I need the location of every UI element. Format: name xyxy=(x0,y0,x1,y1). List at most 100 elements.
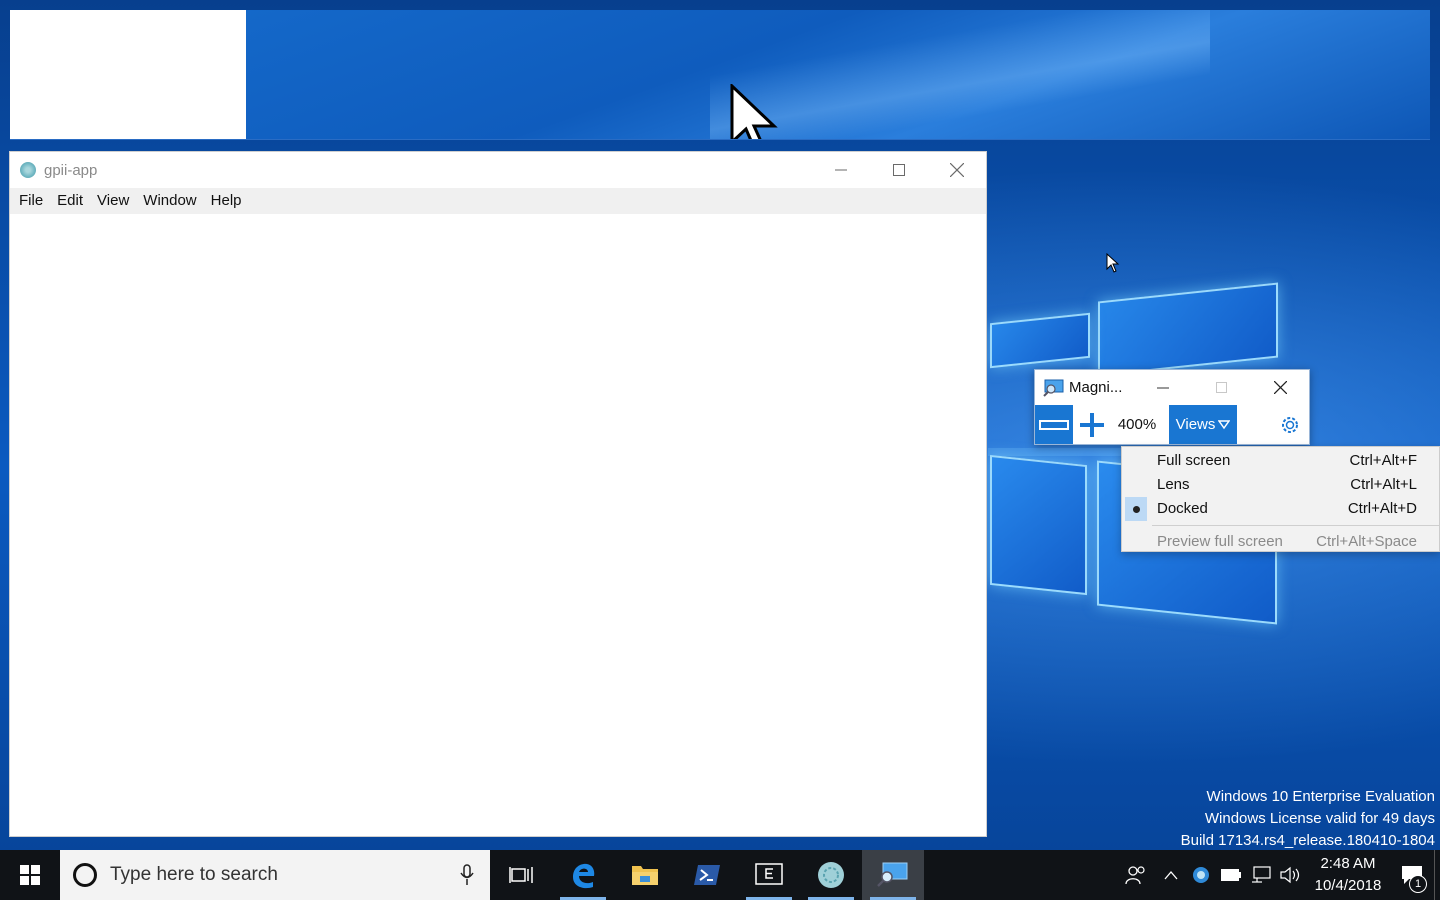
network-button[interactable] xyxy=(1246,850,1276,900)
windows-logo-pane-tl2 xyxy=(990,312,1090,369)
gpii-app-icon xyxy=(20,162,36,178)
chevron-up-icon xyxy=(1164,871,1178,880)
magnifier-app-icon xyxy=(1043,379,1064,397)
magnifier-toolbar: 400% Views xyxy=(1035,405,1309,444)
editor-icon xyxy=(755,863,783,885)
zoom-level: 400% xyxy=(1117,416,1157,433)
show-hidden-icons-button[interactable] xyxy=(1156,850,1186,900)
close-icon xyxy=(1273,381,1287,394)
maximize-icon xyxy=(893,164,905,176)
powershell-taskbar-button[interactable] xyxy=(676,850,738,900)
magnifier-maximize-button xyxy=(1201,370,1241,405)
menu-item-label: Lens xyxy=(1157,476,1190,493)
magnifier-taskbar-button[interactable] xyxy=(862,850,924,900)
task-view-icon xyxy=(509,867,533,883)
clock-time: 2:48 AM xyxy=(1320,855,1376,872)
views-dropdown-menu: Full screen Ctrl+Alt+F Lens Ctrl+Alt+L D… xyxy=(1121,446,1440,552)
powershell-icon xyxy=(694,865,720,885)
menu-item-full-screen[interactable]: Full screen Ctrl+Alt+F xyxy=(1122,449,1439,473)
minus-icon xyxy=(1039,419,1069,430)
windows-logo-pane-tl xyxy=(1098,282,1278,377)
menu-file[interactable]: File xyxy=(12,188,50,214)
volume-button[interactable] xyxy=(1276,850,1306,900)
magnifier-icon xyxy=(877,862,908,887)
gpii-tray-button[interactable] xyxy=(1186,850,1216,900)
menu-item-shortcut: Ctrl+Alt+L xyxy=(1350,476,1417,493)
battery-icon xyxy=(1221,869,1241,881)
zoom-in-button[interactable] xyxy=(1073,405,1111,444)
watermark-line-3: Build 17134.rs4_release.180410-1804 xyxy=(1180,832,1435,849)
window-title: gpii-app xyxy=(44,161,98,179)
start-button[interactable] xyxy=(0,850,60,900)
app-content-area xyxy=(10,214,986,836)
title-bar[interactable]: gpii-app xyxy=(10,152,986,188)
edge-icon xyxy=(573,863,595,889)
magnifier-title-bar[interactable]: Magni... xyxy=(1035,370,1309,405)
zoom-out-button[interactable] xyxy=(1035,405,1073,444)
maximize-button[interactable] xyxy=(870,152,928,188)
menu-item-lens[interactable]: Lens Ctrl+Alt+L xyxy=(1122,473,1439,497)
watermark-line-1: Windows 10 Enterprise Evaluation xyxy=(1206,788,1435,805)
menu-item-label: Full screen xyxy=(1157,452,1231,469)
menu-help[interactable]: Help xyxy=(204,188,249,214)
menu-view[interactable]: View xyxy=(90,188,136,214)
close-icon xyxy=(950,163,964,177)
system-tray: 2:48 AM 10/4/2018 1 xyxy=(1116,850,1440,900)
views-label: Views xyxy=(1175,416,1216,433)
search-box[interactable]: Type here to search xyxy=(60,850,490,900)
minimize-icon xyxy=(1157,387,1169,388)
show-desktop-button[interactable] xyxy=(1434,850,1440,900)
magnifier-minimize-button[interactable] xyxy=(1143,370,1183,405)
cortana-icon xyxy=(73,863,97,887)
magnifier-close-button[interactable] xyxy=(1260,370,1300,405)
mouse-cursor-icon xyxy=(1106,253,1120,273)
task-view-button[interactable] xyxy=(490,850,552,900)
search-placeholder: Type here to search xyxy=(110,864,278,885)
gpii-tray-icon xyxy=(1193,867,1209,883)
gpii-app-window: gpii-app File Edit View Window Help xyxy=(9,151,987,837)
maximize-icon xyxy=(1215,382,1227,393)
chevron-down-icon xyxy=(1218,419,1231,429)
menu-separator xyxy=(1152,525,1439,526)
settings-button[interactable] xyxy=(1275,405,1305,444)
taskbar: Type here to search 2:48 AM 10/4/2018 1 xyxy=(0,850,1440,900)
minimize-icon xyxy=(835,169,847,171)
action-center-button[interactable]: 1 xyxy=(1390,850,1434,900)
menu-item-preview-full-screen: Preview full screen Ctrl+Alt+Space xyxy=(1122,530,1439,554)
edge-taskbar-button[interactable] xyxy=(552,850,614,900)
clock-date: 10/4/2018 xyxy=(1314,877,1382,894)
file-explorer-icon xyxy=(632,866,658,885)
menu-item-label: Preview full screen xyxy=(1157,533,1283,550)
close-button[interactable] xyxy=(928,152,986,188)
microphone-icon[interactable] xyxy=(460,864,474,886)
menu-item-label: Docked xyxy=(1157,500,1208,517)
file-explorer-taskbar-button[interactable] xyxy=(614,850,676,900)
windows-logo-icon xyxy=(20,865,40,885)
selected-radio-icon xyxy=(1125,497,1147,521)
windows-logo-pane-bl xyxy=(990,454,1087,596)
speaker-icon xyxy=(1280,866,1300,884)
menu-item-shortcut: Ctrl+Alt+D xyxy=(1347,500,1417,517)
minimize-button[interactable] xyxy=(812,152,870,188)
views-button[interactable]: Views xyxy=(1169,405,1237,444)
menu-edit[interactable]: Edit xyxy=(50,188,90,214)
battery-button[interactable] xyxy=(1216,850,1246,900)
gear-icon xyxy=(1282,416,1298,433)
magnifier-title: Magni... xyxy=(1069,379,1123,396)
menu-item-shortcut: Ctrl+Alt+Space xyxy=(1316,533,1417,550)
watermark-line-2: Windows License valid for 49 days xyxy=(1204,810,1435,827)
menu-item-docked[interactable]: Docked Ctrl+Alt+D xyxy=(1122,497,1439,521)
menu-item-shortcut: Ctrl+Alt+F xyxy=(1349,452,1417,469)
windows-watermark: Windows 10 Enterprise Evaluation Windows… xyxy=(1181,786,1435,852)
magnified-cursor-icon xyxy=(730,84,778,139)
gpii-taskbar-button[interactable] xyxy=(800,850,862,900)
plus-icon xyxy=(1080,412,1104,437)
gpii-app-icon xyxy=(818,862,844,888)
magnifier-docked-view xyxy=(10,10,1430,140)
magnifier-window: Magni... 400% Views xyxy=(1034,369,1310,445)
menu-window[interactable]: Window xyxy=(136,188,203,214)
editor-taskbar-button[interactable] xyxy=(738,850,800,900)
clock[interactable]: 2:48 AM 10/4/2018 xyxy=(1306,853,1390,897)
people-icon xyxy=(1125,866,1145,885)
people-button[interactable] xyxy=(1116,850,1156,900)
